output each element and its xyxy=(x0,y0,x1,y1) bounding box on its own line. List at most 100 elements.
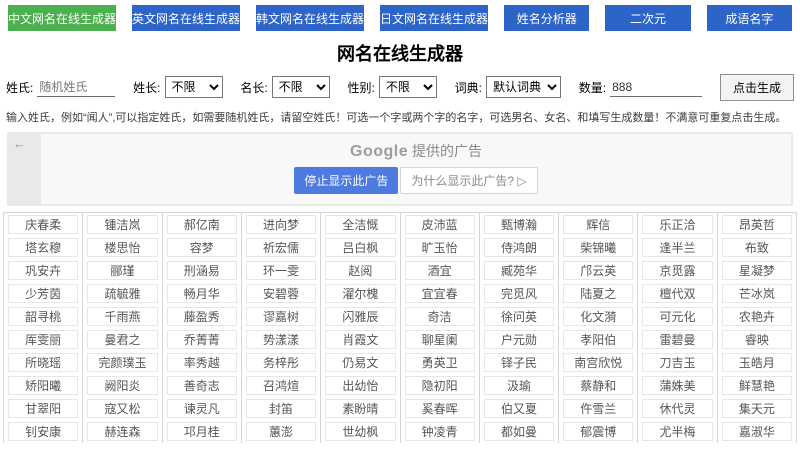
name-cell-wrap: 素盼晴 xyxy=(321,397,400,420)
generated-name: 阙阳炎 xyxy=(87,376,157,395)
generated-name: 可元化 xyxy=(642,307,712,326)
name-cell-wrap: 户元勋 xyxy=(480,328,559,351)
name-cell-wrap: 檀代双 xyxy=(638,282,717,305)
generated-name: 肖霞文 xyxy=(325,330,395,349)
name-cell-wrap: 寇又松 xyxy=(83,397,162,420)
name-cell-wrap: 徐问英 xyxy=(480,305,559,328)
name-cell-wrap: 率秀越 xyxy=(163,351,242,374)
nav-button-3[interactable]: 日文网名在线生成器 xyxy=(380,5,488,31)
surname-input[interactable] xyxy=(37,78,115,97)
top-nav: 中文网名在线生成器英文网名在线生成器韩文网名在线生成器日文网名在线生成器姓名分析… xyxy=(0,0,800,31)
name-cell-wrap: 环一雯 xyxy=(242,259,321,282)
name-cell-wrap: 鲜慧艳 xyxy=(718,374,797,397)
generated-name: 芒冰岚 xyxy=(722,284,792,303)
name-cell-wrap: 休代灵 xyxy=(638,397,717,420)
generated-name: 藤盈秀 xyxy=(167,307,237,326)
name-cell-wrap: 进向梦 xyxy=(242,213,321,236)
nav-button-1[interactable]: 英文网名在线生成器 xyxy=(132,5,240,31)
name-cell-wrap: 蕙澎 xyxy=(242,420,321,443)
name-cell-wrap: 皮沛蓝 xyxy=(401,213,480,236)
name-cell-wrap: 钊安康 xyxy=(4,420,83,443)
count-input[interactable] xyxy=(610,78,702,97)
nav-button-0[interactable]: 中文网名在线生成器 xyxy=(8,5,116,31)
generated-name: 召鸿煊 xyxy=(246,376,316,395)
name-cell-wrap: 昂英哲 xyxy=(718,213,797,236)
generated-name: 率秀越 xyxy=(167,353,237,372)
name-cell-wrap: 安碧蓉 xyxy=(242,282,321,305)
generated-name: 环一雯 xyxy=(246,261,316,280)
generated-name: 陆夏之 xyxy=(563,284,633,303)
ad-back-arrow-icon[interactable]: ← xyxy=(13,136,26,151)
nav-button-5[interactable]: 二次元 xyxy=(605,5,690,31)
generated-name: 蕙澎 xyxy=(246,422,316,441)
generated-name: 钊安康 xyxy=(8,422,78,441)
generated-name: 郁震博 xyxy=(563,422,633,441)
name-cell-wrap: 赫连森 xyxy=(83,420,162,443)
generated-name: 玉皓月 xyxy=(722,353,792,372)
name-cell-wrap: 完觅风 xyxy=(480,282,559,305)
nav-button-2[interactable]: 韩文网名在线生成器 xyxy=(256,5,364,31)
generated-name: 集天元 xyxy=(722,399,792,418)
ad-inner-panel: Google 提供的广告 停止显示此广告 为什么显示此广告? ▷ xyxy=(41,134,791,204)
play-triangle-icon: ▷ xyxy=(517,174,526,188)
generated-name: 农艳卉 xyxy=(722,307,792,326)
generated-name: 全洁慨 xyxy=(325,215,395,234)
name-cell-wrap: 刑涵易 xyxy=(163,259,242,282)
name-cell-wrap: 柴锦曦 xyxy=(559,236,638,259)
name-cell-wrap: 邛月桂 xyxy=(163,420,242,443)
name-cell-wrap: 藤盈秀 xyxy=(163,305,242,328)
name-cell-wrap: 塔玄穆 xyxy=(4,236,83,259)
name-cell-wrap: 刀吉玉 xyxy=(638,351,717,374)
nav-button-6[interactable]: 成语名字 xyxy=(707,5,792,31)
generated-name: 乐正洽 xyxy=(642,215,712,234)
name-cell-wrap: 濯尔槐 xyxy=(321,282,400,305)
name-cell-wrap: 所晓瑶 xyxy=(4,351,83,374)
name-cell-wrap: 集天元 xyxy=(718,397,797,420)
generated-name: 柴锦曦 xyxy=(563,238,633,257)
ad-header: Google 提供的广告 xyxy=(41,134,791,161)
instructions-text: 输入姓氏，例如“闻人”,可以指定姓氏，如需要随机姓氏，请留空姓氏！可选一个字或两… xyxy=(0,109,800,125)
surname-length-group: 姓长: 不限 xyxy=(133,76,222,98)
surname-length-select[interactable]: 不限 xyxy=(165,76,223,98)
name-cell-wrap: 谬嘉树 xyxy=(242,305,321,328)
generated-name: 蒲姝美 xyxy=(642,376,712,395)
generated-name: 谬嘉树 xyxy=(246,307,316,326)
name-cell-wrap: 郝亿南 xyxy=(163,213,242,236)
name-cell-wrap: 出幼怡 xyxy=(321,374,400,397)
name-cell-wrap: 锺洁岚 xyxy=(83,213,162,236)
dictionary-select[interactable]: 默认词典 xyxy=(486,76,561,98)
gender-group: 性别: 不限 xyxy=(347,76,436,98)
gender-select[interactable]: 不限 xyxy=(379,76,437,98)
name-cell-wrap: 乔菁菁 xyxy=(163,328,242,351)
generated-name: 塔玄穆 xyxy=(8,238,78,257)
generated-name: 侍鸿朗 xyxy=(484,238,554,257)
generate-button[interactable]: 点击生成 xyxy=(720,74,794,101)
name-cell-wrap: 铎子民 xyxy=(480,351,559,374)
name-cell-wrap: 封笛 xyxy=(242,397,321,420)
given-length-select[interactable]: 不限 xyxy=(272,76,330,98)
generated-name: 臧苑华 xyxy=(484,261,554,280)
generated-name: 钟凌青 xyxy=(405,422,475,441)
generated-name: 布致 xyxy=(722,238,792,257)
name-cell-wrap: 酒宜 xyxy=(401,259,480,282)
name-cell-wrap: 郦瑾 xyxy=(83,259,162,282)
name-cell-wrap: 厍雯丽 xyxy=(4,328,83,351)
name-cell-wrap: 伯又夏 xyxy=(480,397,559,420)
name-cell-wrap: 蔡静和 xyxy=(559,374,638,397)
name-cell-wrap: 宜宜春 xyxy=(401,282,480,305)
name-cell-wrap: 化文漪 xyxy=(559,305,638,328)
why-this-ad-button[interactable]: 为什么显示此广告? ▷ xyxy=(400,167,537,194)
generated-name: 尤半梅 xyxy=(642,422,712,441)
stop-showing-ad-button[interactable]: 停止显示此广告 xyxy=(294,167,398,194)
generated-name: 邝云英 xyxy=(563,261,633,280)
generated-name: 南宫欣悦 xyxy=(563,353,633,372)
nav-button-4[interactable]: 姓名分析器 xyxy=(504,5,589,31)
generated-name: 都如曼 xyxy=(484,422,554,441)
generated-name: 千雨燕 xyxy=(87,307,157,326)
generated-name: 旷玉怡 xyxy=(405,238,475,257)
generated-name: 闪雅辰 xyxy=(325,307,395,326)
name-cell-wrap: 祈宏儒 xyxy=(242,236,321,259)
generated-name: 星凝梦 xyxy=(722,261,792,280)
generated-name: 封笛 xyxy=(246,399,316,418)
generated-name: 睿映 xyxy=(722,330,792,349)
